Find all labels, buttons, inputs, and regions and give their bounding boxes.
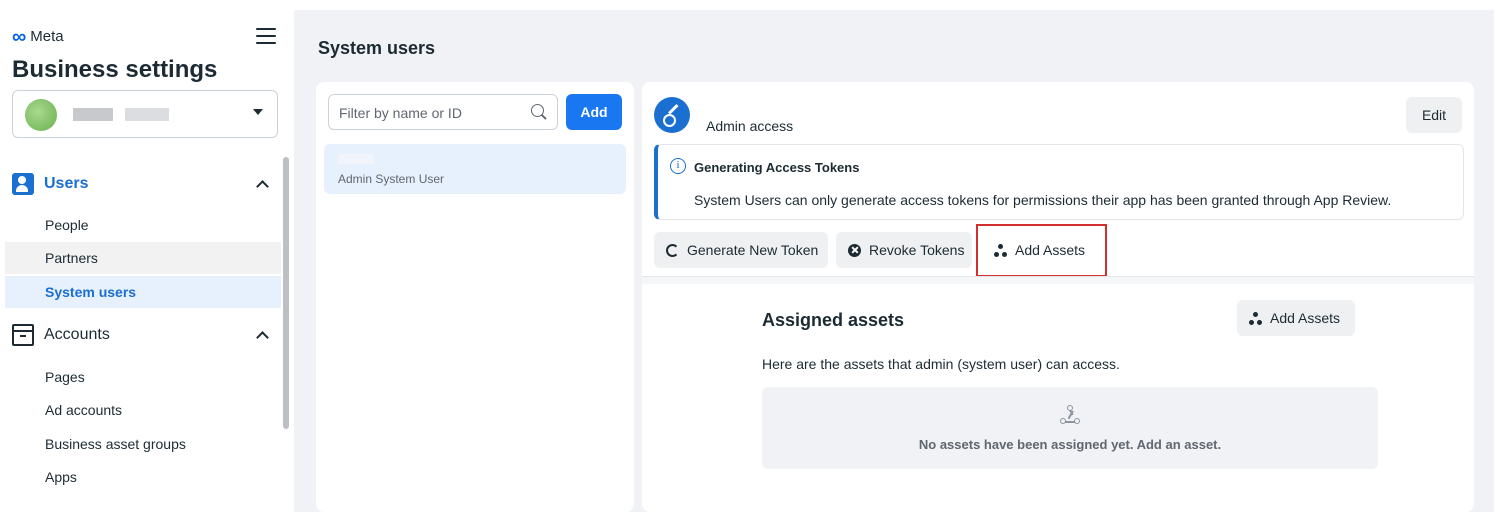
add-assets-secondary-button[interactable]: Add Assets bbox=[1237, 300, 1355, 336]
page-heading: Business settings bbox=[12, 56, 218, 83]
button-label: Generate New Token bbox=[687, 242, 819, 258]
access-level-label: Admin access bbox=[706, 118, 794, 134]
empty-assets-message: No assets have been assigned yet. Add an… bbox=[918, 437, 1222, 452]
close-circle-icon bbox=[848, 243, 861, 257]
page-title: System users bbox=[318, 38, 436, 58]
redacted-business-name bbox=[73, 108, 113, 121]
section-divider bbox=[642, 276, 1474, 284]
assigned-assets-description: Here are the assets that admin (system u… bbox=[762, 356, 1120, 372]
sidebar-item-pages[interactable]: Pages bbox=[5, 361, 281, 393]
sidebar-item-system-users[interactable]: System users bbox=[5, 276, 281, 308]
caret-down-icon bbox=[253, 109, 263, 115]
users-icon bbox=[12, 173, 34, 195]
notice-title: Generating Access Tokens bbox=[694, 160, 860, 175]
business-avatar bbox=[25, 99, 57, 131]
key-icon bbox=[654, 97, 690, 133]
generate-new-token-button[interactable]: Generate New Token bbox=[654, 232, 828, 268]
meta-logo[interactable]: ∞ Meta bbox=[12, 25, 64, 48]
access-token-notice: i Generating Access Tokens System Users … bbox=[654, 144, 1464, 220]
sidebar-section-users[interactable]: Users bbox=[12, 170, 278, 198]
sidebar-item-apps[interactable]: Apps bbox=[5, 461, 281, 493]
menu-icon[interactable] bbox=[256, 28, 276, 44]
button-label: Add Assets bbox=[1270, 310, 1341, 326]
sidebar-section-accounts[interactable]: Accounts bbox=[12, 321, 278, 349]
revoke-tokens-button[interactable]: Revoke Tokens bbox=[836, 232, 972, 268]
refresh-icon bbox=[666, 243, 679, 257]
archive-icon bbox=[12, 324, 34, 346]
sidebar-item-ad-accounts[interactable]: Ad accounts bbox=[5, 394, 281, 426]
chevron-up-icon bbox=[256, 329, 268, 341]
search-icon[interactable] bbox=[531, 104, 547, 120]
assets-icon bbox=[1060, 405, 1080, 425]
meta-infinity-icon: ∞ bbox=[12, 25, 27, 48]
user-role-label: Admin System User bbox=[338, 172, 445, 186]
sidebar-section-label: Accounts bbox=[44, 326, 110, 343]
sidebar-section-label: Users bbox=[44, 175, 89, 192]
assigned-assets-title: Assigned assets bbox=[762, 310, 905, 330]
info-icon: i bbox=[670, 158, 686, 174]
notice-text: System Users can only generate access to… bbox=[694, 192, 1392, 208]
redacted-business-name bbox=[125, 108, 169, 121]
system-user-detail-panel: Admin access Edit i Generating Access To… bbox=[642, 82, 1474, 512]
system-users-list-panel: Add Admin System User bbox=[316, 82, 634, 512]
edit-button[interactable]: Edit bbox=[1406, 97, 1462, 133]
empty-assets-state: No assets have been assigned yet. Add an… bbox=[762, 387, 1378, 469]
filter-input[interactable] bbox=[339, 103, 519, 123]
meta-logo-text: Meta bbox=[30, 28, 64, 45]
sidebar-scrollbar[interactable] bbox=[283, 157, 289, 429]
button-label: Revoke Tokens bbox=[869, 242, 965, 258]
business-account-selector[interactable] bbox=[12, 90, 278, 138]
filter-field[interactable] bbox=[328, 94, 558, 130]
list-item[interactable]: Admin System User bbox=[324, 144, 626, 194]
sidebar-item-partners[interactable]: Partners bbox=[5, 242, 281, 274]
sidebar-item-people[interactable]: People bbox=[5, 209, 281, 241]
sidebar: ∞ Meta Business settings Users People Pa… bbox=[0, 0, 293, 512]
add-system-user-button[interactable]: Add bbox=[566, 94, 622, 130]
main-content: System users Add Admin System User Admin… bbox=[294, 10, 1494, 512]
chevron-up-icon bbox=[256, 178, 268, 190]
sidebar-item-business-asset-groups[interactable]: Business asset groups bbox=[5, 428, 281, 460]
assets-icon bbox=[1249, 311, 1262, 325]
highlight-box bbox=[976, 224, 1107, 277]
redacted-user-name bbox=[338, 154, 374, 164]
